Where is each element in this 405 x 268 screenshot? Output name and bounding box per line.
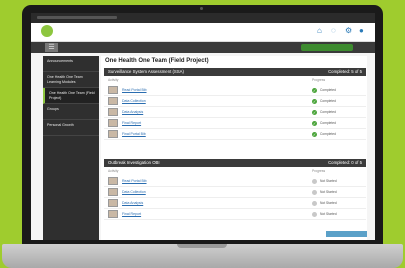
status-cell: ✓ Completed: [312, 120, 362, 126]
status-label: Completed: [320, 110, 336, 114]
pending-icon: [312, 211, 317, 217]
activity-section: Outbreak Investigation OBI Completed: 0 o…: [104, 159, 366, 220]
document-thumbnail-icon: [108, 188, 118, 196]
sidebar-item[interactable]: Personal Growth: [43, 120, 99, 136]
document-thumbnail-icon: [108, 86, 118, 94]
pending-icon: [312, 189, 317, 195]
table-row: Data Collection ✓ Completed: [104, 96, 366, 107]
status-label: Not Started: [320, 179, 337, 183]
logo-icon[interactable]: [41, 25, 53, 37]
col-progress: Progress: [312, 169, 326, 173]
section-header: Surveillance System Assessment (SSA) Comp…: [104, 68, 366, 76]
screen: ⌂ ◌ ⚙ ● ☰ Announcements One Health One Te…: [31, 13, 375, 240]
section-title: Surveillance System Assessment (SSA): [108, 69, 184, 74]
table-row: Data Collection Not Started: [104, 187, 366, 198]
pending-icon: [312, 178, 317, 184]
section-title: Outbreak Investigation OBI: [108, 160, 160, 165]
top-icon-group: ⌂ ◌ ⚙ ●: [317, 27, 367, 35]
document-thumbnail-icon: [108, 199, 118, 207]
col-activity: Activity: [108, 78, 119, 82]
section-header: Outbreak Investigation OBI Completed: 0 o…: [104, 159, 366, 167]
status-label: Not Started: [320, 201, 337, 205]
document-thumbnail-icon: [108, 119, 118, 127]
col-progress: Progress: [312, 78, 326, 82]
sidebar-item[interactable]: One Health One Team Learning Modules: [43, 72, 99, 88]
laptop-base: [2, 244, 403, 268]
activity-link[interactable]: Final Portal Bib: [122, 132, 312, 136]
sidebar-item[interactable]: Groups: [43, 104, 99, 120]
activity-link[interactable]: Read Portal Bib: [122, 88, 312, 92]
status-cell: Not Started: [312, 200, 362, 206]
page-title: One Health One Team (Field Project): [105, 58, 209, 64]
table-row: Data Analysis Not Started: [104, 198, 366, 209]
status-label: Completed: [320, 88, 336, 92]
activity-link[interactable]: Final Report: [122, 121, 312, 125]
laptop-notch: [177, 244, 227, 248]
sidebar: Announcements One Health One Team Learnin…: [43, 56, 99, 240]
table-row: Final Portal Bib ✓ Completed: [104, 129, 366, 140]
status-cell: ✓ Completed: [312, 109, 362, 115]
browser-bar: [31, 13, 375, 23]
table-row: Final Report ✓ Completed: [104, 118, 366, 129]
status-label: Not Started: [320, 190, 337, 194]
camera-icon: [200, 7, 203, 10]
document-thumbnail-icon: [108, 210, 118, 218]
status-cell: Not Started: [312, 189, 362, 195]
activity-link[interactable]: Data Collection: [122, 190, 312, 194]
document-thumbnail-icon: [108, 97, 118, 105]
table-row: Read Portal Bib Not Started: [104, 176, 366, 187]
app-header: ⌂ ◌ ⚙ ●: [31, 23, 375, 42]
main-content: One Health One Team (Field Project) Surv…: [101, 56, 367, 240]
notification-bar[interactable]: [326, 231, 367, 237]
search-icon[interactable]: ◌: [331, 27, 339, 35]
activity-section: Surveillance System Assessment (SSA) Comp…: [104, 68, 366, 140]
status-cell: Not Started: [312, 178, 362, 184]
table-row: Read Portal Bib ✓ Completed: [104, 85, 366, 96]
progress-indicator: [301, 44, 353, 51]
document-thumbnail-icon: [108, 130, 118, 138]
document-thumbnail-icon: [108, 108, 118, 116]
section-completed-count: Completed: 0 of 5: [328, 160, 362, 165]
table-row: Data Analysis ✓ Completed: [104, 107, 366, 118]
pending-icon: [312, 200, 317, 206]
status-label: Completed: [320, 99, 336, 103]
activity-link[interactable]: Data Analysis: [122, 201, 312, 205]
document-thumbnail-icon: [108, 177, 118, 185]
activity-link[interactable]: Data Collection: [122, 99, 312, 103]
status-cell: ✓ Completed: [312, 87, 362, 93]
status-cell: ✓ Completed: [312, 131, 362, 137]
browser-tabs[interactable]: [37, 16, 117, 19]
table-row: Final Report Not Started: [104, 209, 366, 220]
activity-link[interactable]: Final Report: [122, 212, 312, 216]
status-cell: Not Started: [312, 211, 362, 217]
column-headers: Activity Progress: [104, 76, 366, 85]
sidebar-item[interactable]: Announcements: [43, 56, 99, 72]
status-label: Not Started: [320, 212, 337, 216]
check-icon: ✓: [312, 109, 317, 115]
activity-link[interactable]: Data Analysis: [122, 110, 312, 114]
sidebar-item[interactable]: One Health One Team (Field Project): [43, 88, 99, 104]
sub-toolbar: ☰: [31, 42, 375, 53]
user-icon[interactable]: ●: [359, 27, 367, 35]
gear-icon[interactable]: ⚙: [345, 27, 353, 35]
status-label: Completed: [320, 132, 336, 136]
status-cell: ✓ Completed: [312, 98, 362, 104]
check-icon: ✓: [312, 98, 317, 104]
section-completed-count: Completed: 5 of 5: [328, 69, 362, 74]
check-icon: ✓: [312, 131, 317, 137]
column-headers: Activity Progress: [104, 167, 366, 176]
home-icon[interactable]: ⌂: [317, 27, 325, 35]
status-label: Completed: [320, 121, 336, 125]
menu-button[interactable]: ☰: [45, 43, 58, 52]
col-activity: Activity: [108, 169, 119, 173]
activity-link[interactable]: Read Portal Bib: [122, 179, 312, 183]
check-icon: ✓: [312, 120, 317, 126]
check-icon: ✓: [312, 87, 317, 93]
